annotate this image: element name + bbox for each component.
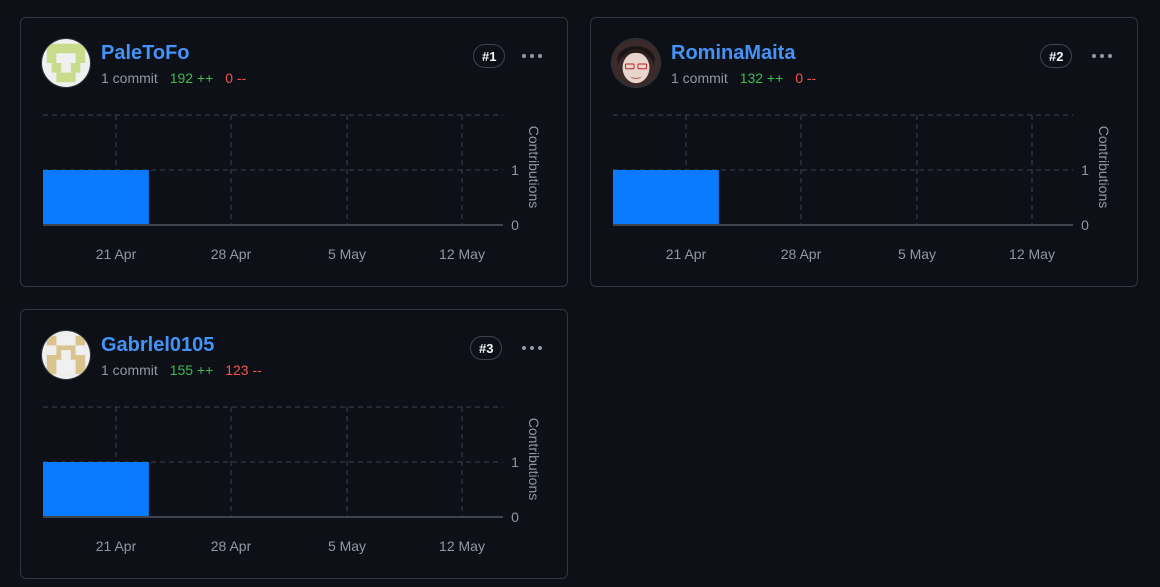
deletions-count: 0 -- bbox=[795, 70, 817, 86]
y-tick-label: 0 bbox=[511, 509, 519, 525]
additions-count: 192 ++ bbox=[169, 70, 214, 86]
more-options-button[interactable] bbox=[517, 44, 547, 68]
y-tick-label: 1 bbox=[1081, 162, 1089, 178]
y-tick-label: 1 bbox=[511, 454, 519, 470]
contribution-bar[interactable] bbox=[43, 462, 149, 517]
avatar[interactable] bbox=[41, 38, 91, 88]
contributor-card: 21 Apr 28 Apr 5 May 12 May 0 1 Contributions P… bbox=[20, 17, 568, 287]
commit-count: 1 commit bbox=[671, 70, 728, 86]
contributor-card: 21 Apr 28 Apr 5 May 12 May 0 1 Contributions G… bbox=[20, 309, 568, 579]
contributor-card: 21 Apr 28 Apr 5 May 12 May 0 1 Contributions R… bbox=[590, 17, 1138, 287]
username-link[interactable]: PaleToFo bbox=[101, 42, 190, 65]
photo-avatar bbox=[612, 39, 660, 87]
x-tick-label: 12 May bbox=[1009, 246, 1055, 262]
username-link[interactable]: RominaMaita bbox=[671, 42, 795, 65]
y-axis-title: Contributions bbox=[1096, 126, 1112, 209]
x-tick-label: 12 May bbox=[439, 246, 485, 262]
x-tick-label: 28 Apr bbox=[211, 538, 252, 554]
additions-count: 155 ++ bbox=[169, 362, 214, 378]
kebab-horizontal-icon bbox=[1092, 54, 1112, 58]
x-tick-label: 28 Apr bbox=[211, 246, 252, 262]
rank-badge: #3 bbox=[470, 336, 503, 360]
deletions-count: 0 -- bbox=[225, 70, 247, 86]
avatar[interactable] bbox=[41, 330, 91, 380]
commit-stats: 1 commit 192 ++ 0 -- bbox=[101, 70, 246, 86]
x-tick-label: 21 Apr bbox=[96, 538, 137, 554]
x-tick-label: 21 Apr bbox=[96, 246, 137, 262]
y-tick-label: 0 bbox=[511, 217, 519, 233]
commit-stats: 1 commit 155 ++ 123 -- bbox=[101, 362, 262, 378]
identicon-avatar bbox=[42, 331, 90, 379]
more-options-button[interactable] bbox=[1087, 44, 1117, 68]
contribution-bar[interactable] bbox=[613, 170, 719, 225]
rank-badge: #1 bbox=[473, 44, 506, 68]
more-options-button[interactable] bbox=[517, 336, 547, 360]
x-tick-label: 21 Apr bbox=[666, 246, 707, 262]
x-tick-label: 12 May bbox=[439, 538, 485, 554]
y-axis-title: Contributions bbox=[526, 418, 542, 501]
contribution-bar[interactable] bbox=[43, 170, 149, 225]
additions-count: 132 ++ bbox=[739, 70, 784, 86]
y-axis-title: Contributions bbox=[526, 126, 542, 209]
deletions-count: 123 -- bbox=[225, 362, 262, 378]
avatar[interactable] bbox=[611, 38, 661, 88]
commit-count: 1 commit bbox=[101, 362, 158, 378]
x-tick-label: 5 May bbox=[328, 538, 366, 554]
y-tick-label: 0 bbox=[1081, 217, 1089, 233]
kebab-horizontal-icon bbox=[522, 346, 542, 350]
x-tick-label: 5 May bbox=[328, 246, 366, 262]
x-tick-label: 28 Apr bbox=[781, 246, 822, 262]
y-tick-label: 1 bbox=[511, 162, 519, 178]
rank-badge: #2 bbox=[1040, 44, 1073, 68]
x-tick-label: 5 May bbox=[898, 246, 936, 262]
username-link[interactable]: Gabrlel0105 bbox=[101, 334, 214, 357]
commit-count: 1 commit bbox=[101, 70, 158, 86]
identicon-avatar bbox=[42, 39, 90, 87]
commit-stats: 1 commit 132 ++ 0 -- bbox=[671, 70, 816, 86]
kebab-horizontal-icon bbox=[522, 54, 542, 58]
